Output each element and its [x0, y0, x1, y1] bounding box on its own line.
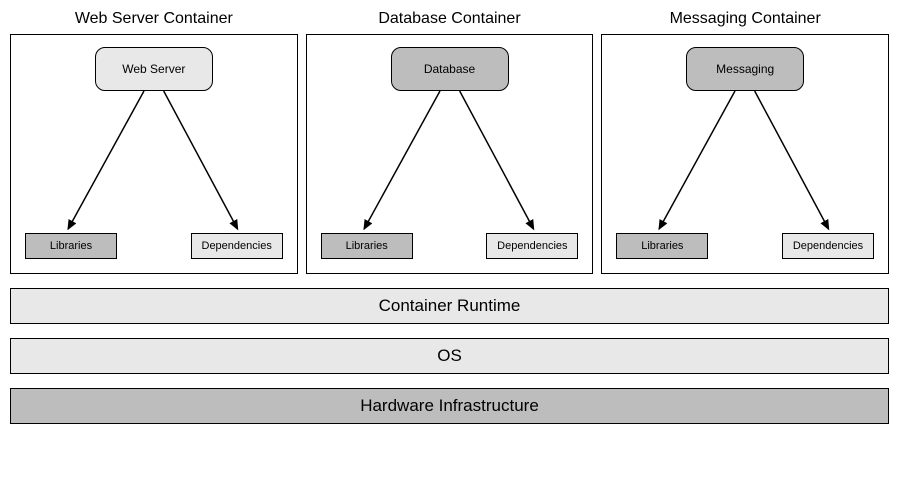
dependencies-label: Dependencies [793, 240, 863, 252]
libraries-label: Libraries [641, 240, 683, 252]
dependencies-box: Dependencies [191, 233, 283, 259]
arrows-icon [307, 91, 593, 236]
layer-container-runtime: Container Runtime [10, 288, 889, 324]
container-title: Database Container [378, 10, 520, 28]
libraries-box: Libraries [616, 233, 708, 259]
dependencies-box: Dependencies [486, 233, 578, 259]
libraries-label: Libraries [346, 240, 388, 252]
container-col-messaging: Messaging Container Messaging Libraries … [601, 10, 889, 274]
libraries-box: Libraries [321, 233, 413, 259]
service-box-webserver: Web Server [95, 47, 213, 91]
libraries-label: Libraries [50, 240, 92, 252]
container-title: Messaging Container [670, 10, 821, 28]
dependencies-label: Dependencies [202, 240, 272, 252]
container-col-webserver: Web Server Container Web Server Librarie… [10, 10, 298, 274]
container-col-database: Database Container Database Libraries De… [306, 10, 594, 274]
arrows-icon [602, 91, 888, 236]
layer-hardware: Hardware Infrastructure [10, 388, 889, 424]
layer-label: Container Runtime [379, 296, 521, 316]
container-box-database: Database Libraries Dependencies [306, 34, 594, 274]
dependencies-box: Dependencies [782, 233, 874, 259]
service-label: Web Server [122, 62, 185, 76]
libraries-box: Libraries [25, 233, 117, 259]
containers-row: Web Server Container Web Server Librarie… [10, 10, 889, 274]
container-box-webserver: Web Server Libraries Dependencies [10, 34, 298, 274]
dependencies-label: Dependencies [497, 240, 567, 252]
service-box-database: Database [391, 47, 509, 91]
layer-label: OS [437, 346, 462, 366]
layer-label: Hardware Infrastructure [360, 396, 539, 416]
container-box-messaging: Messaging Libraries Dependencies [601, 34, 889, 274]
service-label: Messaging [716, 62, 774, 76]
arrows-icon [11, 91, 297, 236]
layer-os: OS [10, 338, 889, 374]
container-title: Web Server Container [75, 10, 233, 28]
service-box-messaging: Messaging [686, 47, 804, 91]
service-label: Database [424, 62, 475, 76]
